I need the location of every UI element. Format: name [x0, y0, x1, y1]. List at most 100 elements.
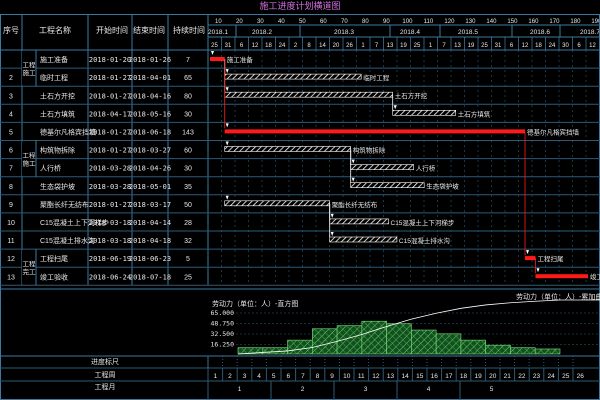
- labor-bar[interactable]: [510, 347, 536, 355]
- tick-top-label: 190: [591, 19, 600, 25]
- labor-bar[interactable]: [534, 348, 561, 355]
- month-number-label: 5: [490, 386, 494, 393]
- month-label: 2018.6: [530, 29, 550, 36]
- gantt-bar-critical[interactable]: [210, 57, 225, 61]
- tick-top-label: 170: [549, 19, 560, 25]
- cell-end: 2018-04-26: [129, 165, 171, 173]
- cell-name: 生态袋护坡: [40, 182, 75, 191]
- gantt-chart-window: 施工进度计划横道图 序号 工程名称 开始时间 结束时间 持续时间 10 20 30 4…: [0, 0, 600, 400]
- tick-bottom-label: 1: [429, 43, 433, 49]
- bar-label: 施工准备: [227, 55, 254, 64]
- week-label: 20: [489, 373, 497, 380]
- gantt-bar[interactable]: [224, 200, 330, 207]
- footer-scale: 进度标尺 工程周 工程月 1 2 3 4 5 6 7 8 9 10 11 12 13 14 15 16 17 18…: [0, 355, 600, 400]
- week-label: 13: [387, 373, 395, 380]
- tick-top-label: 180: [570, 19, 581, 25]
- cell-no: 13: [7, 274, 15, 281]
- cell-end: 2018-01-26: [129, 56, 171, 64]
- gantt-bar[interactable]: [350, 164, 415, 170]
- labor-bar[interactable]: [460, 339, 486, 355]
- cell-duration: 50: [184, 202, 192, 209]
- week-label: 23: [533, 373, 541, 380]
- week-label: 9: [330, 373, 334, 380]
- gantt-bar-critical[interactable]: [535, 274, 589, 279]
- tick-bottom-label: 7: [442, 43, 446, 49]
- bar-label: C15混凝土上下河梯步: [391, 218, 455, 227]
- gantt-bar[interactable]: [350, 182, 425, 188]
- labor-y-label: 32.500: [211, 330, 235, 338]
- footer-month-label: 工程月: [95, 382, 116, 391]
- cell-end: 2018-04-14: [129, 219, 171, 227]
- week-label: 18: [460, 373, 468, 380]
- tick-bottom-label: 1: [361, 43, 365, 49]
- week-label: 24: [547, 373, 555, 380]
- tick-bottom-label: 12: [252, 43, 259, 49]
- tick-top-label: 40: [278, 19, 285, 25]
- labor-bar[interactable]: [411, 329, 437, 355]
- labor-bar[interactable]: [361, 320, 387, 355]
- labor-bar[interactable]: [312, 328, 338, 355]
- labor-bar[interactable]: [336, 325, 363, 355]
- cell-name: 构筑物拆除: [40, 146, 75, 155]
- start-marker-icon: [330, 232, 334, 236]
- gantt-bar[interactable]: [224, 91, 393, 98]
- week-label: 4: [257, 373, 261, 380]
- tick-bottom-label: 19: [400, 43, 407, 49]
- labor-bar[interactable]: [485, 344, 511, 355]
- start-marker-icon: [536, 268, 540, 273]
- labor-bar[interactable]: [435, 333, 462, 355]
- gantt-chart: 施工进度计划横道图 序号 工程名称 开始时间 结束时间 持续时间 10 20 30 4…: [0, 0, 600, 400]
- tick-bottom-label: 6: [577, 43, 581, 49]
- gantt-bar[interactable]: [224, 73, 362, 80]
- cell-no: 11: [7, 238, 14, 245]
- gantt-bars: 施工准备临时工程土石方开挖土石方填筑德基尔凡格宾挡墙构筑物拆除人行桥生态袋护坡聚…: [210, 51, 600, 281]
- task-table: 工程施工工程施工工程完工施工准备 2018-01-202018-01-26 72 临时…: [7, 50, 194, 286]
- gantt-bar[interactable]: [224, 146, 351, 152]
- tick-top-label: 100: [402, 19, 413, 25]
- tick-top-label: 130: [465, 19, 476, 25]
- timeline-scale: 10 20 30 40 50 60 70 80 90 100 110 120 130 140 150 160 1…: [207, 19, 600, 286]
- cell-start: 2018-01-27: [89, 128, 131, 136]
- cell-name: 土石方填筑: [40, 109, 75, 118]
- gantt-bar[interactable]: [329, 218, 389, 225]
- tick-top-label: 110: [424, 19, 434, 25]
- cell-duration: 25: [184, 274, 192, 281]
- tick-top-label: 90: [383, 19, 390, 25]
- week-label: 15: [416, 373, 424, 380]
- gantt-bar-critical[interactable]: [525, 256, 536, 261]
- tick-bottom-label: 13: [387, 43, 394, 49]
- cell-duration: 30: [184, 166, 192, 173]
- gantt-bar-critical[interactable]: [224, 129, 525, 134]
- week-label: 8: [316, 373, 320, 380]
- header-no: 序号: [3, 25, 19, 35]
- start-marker-icon: [225, 195, 229, 200]
- group-label: 施工: [23, 68, 37, 77]
- gantt-bar[interactable]: [392, 110, 457, 116]
- cell-start: 2018-03-18: [89, 237, 131, 245]
- cell-no: 7: [9, 166, 13, 173]
- tick-bottom-label: 25: [211, 43, 218, 49]
- tick-bottom-label: 25: [414, 43, 421, 49]
- labor-bar[interactable]: [386, 323, 412, 355]
- tick-bottom-label: 12: [589, 43, 596, 49]
- tick-bottom-label: 19: [468, 43, 475, 49]
- tick-top-label: 120: [444, 19, 455, 25]
- tick-top-label: 60: [320, 19, 327, 25]
- week-label: 19: [474, 373, 482, 380]
- labor-y-label: 65.000: [211, 309, 235, 317]
- bar-label: 聚酯长纤无纺布: [332, 200, 378, 209]
- group-label: 工程: [23, 151, 37, 160]
- week-label: 1: [213, 373, 217, 380]
- labor-bar[interactable]: [287, 339, 313, 355]
- start-marker-icon: [211, 51, 214, 55]
- week-label: 5: [272, 373, 276, 380]
- cell-duration: 30: [184, 111, 192, 118]
- tick-bottom-label: 14: [319, 43, 326, 49]
- start-marker-icon: [225, 69, 229, 74]
- gantt-bar[interactable]: [329, 236, 398, 243]
- header-duration: 持续时间: [173, 25, 205, 35]
- header-end: 结束时间: [133, 25, 165, 35]
- header-start: 开始时间: [96, 25, 128, 35]
- week-label: 25: [562, 373, 570, 380]
- group-label: 施工: [23, 159, 37, 168]
